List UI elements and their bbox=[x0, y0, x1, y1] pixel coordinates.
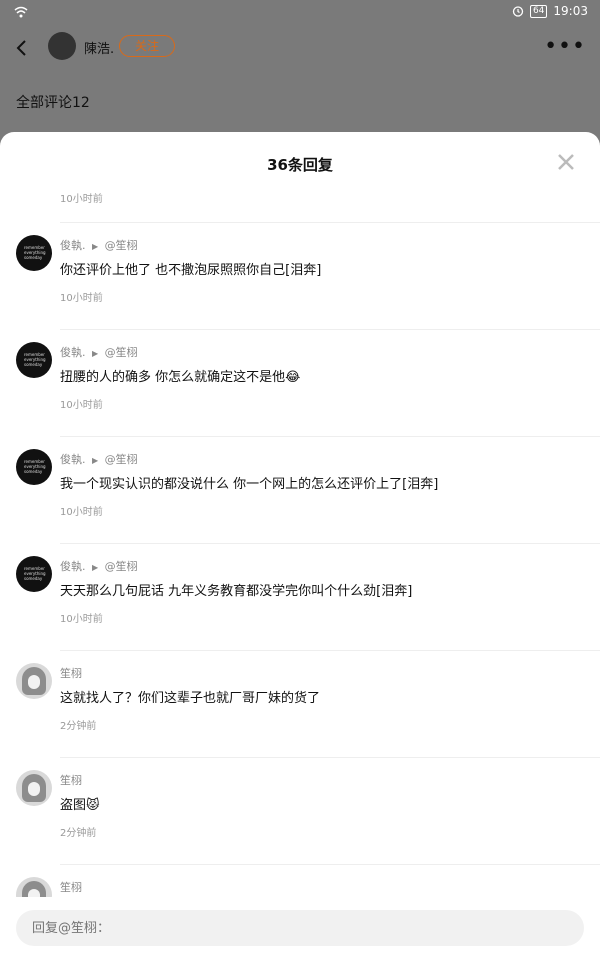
more-options-icon[interactable]: ••• bbox=[544, 34, 586, 59]
reply-target[interactable]: @笙栩 bbox=[105, 560, 138, 573]
reply-target[interactable]: @笙栩 bbox=[105, 346, 138, 359]
author-name[interactable]: 俊執. bbox=[60, 239, 86, 252]
close-icon[interactable] bbox=[554, 150, 578, 174]
timestamp: 10小时前 bbox=[60, 400, 103, 411]
avatar[interactable]: remember everything someday bbox=[16, 342, 52, 378]
timestamp: 10小时前 bbox=[60, 614, 103, 625]
reply-arrow-icon: ▶ bbox=[92, 563, 99, 572]
reply-item[interactable]: 笙栩 bbox=[0, 865, 600, 897]
follow-button[interactable]: 关注 bbox=[119, 35, 175, 57]
reply-text: 你还评价上他了 也不撒泡尿照照你自己[泪奔] bbox=[60, 263, 322, 278]
reply-target[interactable]: @笙栩 bbox=[105, 239, 138, 252]
reply-meta: 笙栩 bbox=[60, 665, 82, 681]
avatar[interactable]: remember everything someday bbox=[16, 556, 52, 592]
reply-arrow-icon: ▶ bbox=[92, 349, 99, 358]
reply-item[interactable]: 笙栩 盗图😾 2分钟前 bbox=[0, 758, 600, 865]
back-arrow-icon[interactable] bbox=[14, 38, 30, 58]
comment-count-label: 全部评论12 bbox=[16, 95, 90, 111]
avatar[interactable]: remember everything someday bbox=[16, 235, 52, 271]
battery-indicator: 64 bbox=[529, 4, 548, 18]
author-name[interactable]: 笙栩 bbox=[60, 774, 82, 787]
reply-item[interactable]: remember everything someday 俊執. ▶ @笙栩 我一… bbox=[0, 437, 600, 544]
reply-meta: 俊執. ▶ @笙栩 bbox=[60, 558, 138, 574]
reply-arrow-icon: ▶ bbox=[92, 456, 99, 465]
avatar[interactable]: remember everything someday bbox=[16, 449, 52, 485]
reply-sheet: 36条回复 10小时前 remember everything someday … bbox=[0, 132, 600, 960]
username[interactable]: 陳浩. bbox=[84, 38, 114, 57]
timestamp: 2分钟前 bbox=[60, 721, 97, 732]
author-name[interactable]: 俊執. bbox=[60, 346, 86, 359]
wifi-icon bbox=[14, 6, 28, 18]
top-bar: 陳浩. 关注 ••• bbox=[0, 24, 600, 72]
author-name[interactable]: 笙栩 bbox=[60, 667, 82, 680]
reply-text: 我一个现实认识的都没说什么 你一个网上的怎么还评价上了[泪奔] bbox=[60, 477, 439, 492]
reply-input[interactable] bbox=[16, 910, 584, 946]
author-name[interactable]: 俊執. bbox=[60, 453, 86, 466]
reply-bar bbox=[0, 897, 600, 960]
avatar[interactable] bbox=[16, 877, 52, 897]
reply-item[interactable]: remember everything someday 俊執. ▶ @笙栩 天天… bbox=[0, 544, 600, 651]
status-bar: 64 19:03 bbox=[0, 0, 600, 24]
reply-target[interactable]: @笙栩 bbox=[105, 453, 138, 466]
reply-arrow-icon: ▶ bbox=[92, 242, 99, 251]
reply-meta: 笙栩 bbox=[60, 772, 82, 788]
author-name[interactable]: 笙栩 bbox=[60, 881, 82, 894]
reply-meta: 俊執. ▶ @笙栩 bbox=[60, 344, 138, 360]
reply-text: 这就找人了？你们这辈子也就厂哥厂妹的货了 bbox=[60, 691, 321, 706]
user-avatar[interactable] bbox=[48, 32, 76, 60]
reply-item[interactable]: 笙栩 这就找人了？你们这辈子也就厂哥厂妹的货了 2分钟前 bbox=[0, 651, 600, 758]
reply-list[interactable]: 10小时前 remember everything someday 俊執. ▶ … bbox=[0, 182, 600, 897]
clock: 19:03 bbox=[553, 4, 588, 18]
alarm-icon bbox=[512, 6, 524, 17]
reply-text: 盗图😾 bbox=[60, 798, 100, 813]
reply-text: 天天那么几句屁话 九年义务教育都没学完你叫个什么劲[泪奔] bbox=[60, 584, 413, 599]
timestamp: 10小时前 bbox=[60, 194, 103, 205]
reply-meta: 俊執. ▶ @笙栩 bbox=[60, 451, 138, 467]
timestamp: 10小时前 bbox=[60, 507, 103, 518]
author-name[interactable]: 俊執. bbox=[60, 560, 86, 573]
avatar[interactable] bbox=[16, 663, 52, 699]
avatar[interactable] bbox=[16, 770, 52, 806]
sheet-title: 36条回复 bbox=[267, 156, 333, 174]
timestamp: 2分钟前 bbox=[60, 828, 97, 839]
timestamp: 10小时前 bbox=[60, 293, 103, 304]
reply-item[interactable]: remember everything someday 俊執. ▶ @笙栩 扭腰… bbox=[0, 330, 600, 437]
reply-meta: 笙栩 bbox=[60, 879, 82, 895]
reply-text: 扭腰的人的确多 你怎么就确定这不是他😂 bbox=[60, 370, 301, 385]
reply-meta: 俊執. ▶ @笙栩 bbox=[60, 237, 138, 253]
reply-item[interactable]: remember everything someday 俊執. ▶ @笙栩 你还… bbox=[0, 223, 600, 330]
